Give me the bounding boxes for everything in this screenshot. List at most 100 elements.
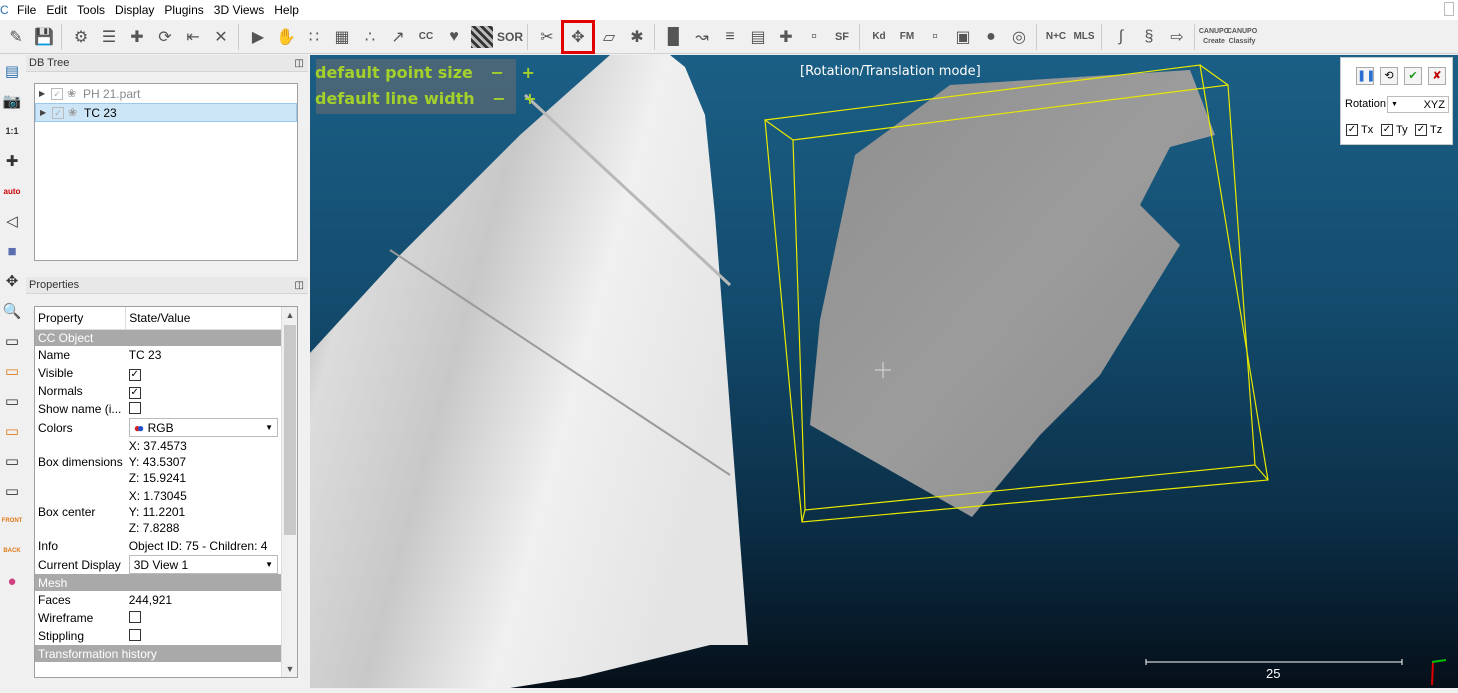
mesh-ph21[interactable] (310, 55, 748, 688)
canupo-classify-icon[interactable]: CANUPO Classify (1227, 23, 1257, 51)
visible-checkbox[interactable]: ✓ (128, 368, 141, 381)
move-icon[interactable]: ✥ (0, 266, 24, 296)
menu-help[interactable]: Help (269, 3, 304, 17)
line-width-increase-button[interactable]: + (523, 89, 536, 108)
compare-icon[interactable]: CC (412, 23, 440, 51)
name-value[interactable]: TC 23 (126, 346, 281, 364)
histogram-icon[interactable]: ▉ (660, 23, 688, 51)
sor-icon[interactable]: SOR (496, 23, 524, 51)
export-icon[interactable]: ⇨ (1163, 23, 1191, 51)
rotate-icon[interactable]: ⟳ (151, 23, 179, 51)
back-view-button[interactable]: BACK (0, 536, 24, 566)
hand-icon[interactable]: ✋ (272, 23, 300, 51)
top-view-icon[interactable]: ▭ (0, 326, 24, 356)
checkerboard-icon[interactable] (471, 25, 493, 48)
scroll-down-icon[interactable]: ▼ (282, 661, 297, 677)
camera-icon[interactable]: 📷 (0, 86, 24, 116)
delete-sf-icon[interactable]: ▫ (800, 23, 828, 51)
subsample-icon[interactable]: ⇤ (179, 23, 207, 51)
crosshair-icon[interactable]: ✚ (0, 146, 24, 176)
list-icon[interactable]: ☰ (95, 23, 123, 51)
stereo-icon[interactable]: ● (0, 566, 24, 596)
normals-checkbox[interactable]: ✓ (128, 386, 141, 399)
3d-view[interactable]: default point size − + default line widt… (310, 55, 1458, 688)
translate-rotate-icon[interactable]: ✥ (561, 19, 595, 54)
sphere-icon[interactable]: ● (977, 23, 1005, 51)
left-view-icon[interactable]: ▭ (0, 386, 24, 416)
sf-icon[interactable]: SF (828, 23, 856, 51)
point-size-decrease-button[interactable]: − (490, 63, 503, 82)
zoom-icon[interactable]: 🔍 (0, 296, 24, 326)
reset-icon[interactable]: ⟲ (1380, 67, 1398, 85)
render-icon[interactable]: ▫ (921, 23, 949, 51)
pick-icon[interactable]: ▶ (244, 23, 272, 51)
menu-plugins[interactable]: Plugins (159, 3, 208, 17)
canupo-create-icon[interactable]: CANUPO Create (1199, 23, 1229, 51)
sf-list-icon[interactable]: ▤ (744, 23, 772, 51)
pause-icon[interactable]: ❚❚ (1356, 67, 1375, 85)
filter-icon[interactable]: ≡ (716, 23, 744, 51)
mls-icon[interactable]: MLS (1070, 23, 1098, 51)
tx-checkbox[interactable]: ✓ Tx (1346, 124, 1373, 136)
show-name-checkbox[interactable] (128, 401, 141, 414)
line-width-decrease-button[interactable]: − (492, 89, 505, 108)
visibility-checkbox[interactable]: ✓ (52, 106, 64, 119)
dock-icon[interactable]: ◫ (295, 55, 304, 72)
stippling-checkbox[interactable] (128, 628, 141, 641)
fm-icon[interactable]: FM (893, 23, 921, 51)
plane-icon[interactable]: ▱ (595, 23, 623, 51)
auto-pivot-button[interactable]: auto (0, 176, 24, 206)
grid-icon[interactable]: ▦ (328, 23, 356, 51)
menu-file[interactable]: File (12, 3, 41, 17)
cancel-icon[interactable]: ✘ (1428, 67, 1446, 85)
menu-display[interactable]: Display (110, 3, 159, 17)
segment-icon[interactable]: ✂ (533, 23, 561, 51)
colors-select[interactable]: ●● RGB ▼ (128, 418, 278, 437)
add-sf-icon[interactable]: ✚ (772, 23, 800, 51)
display-icon[interactable]: ▤ (0, 56, 24, 86)
gradient-icon[interactable]: ↝ (688, 23, 716, 51)
scroll-up-icon[interactable]: ▲ (282, 307, 297, 323)
front-view-button[interactable]: FRONT (0, 506, 24, 536)
point-size-increase-button[interactable]: + (521, 63, 534, 82)
confirm-icon[interactable]: ✔ (1404, 67, 1422, 85)
sf-curve-icon[interactable]: § (1135, 23, 1163, 51)
right-view-icon[interactable]: ▭ (0, 416, 24, 446)
current-display-select[interactable]: 3D View 1 ▼ (128, 555, 278, 574)
delete-icon[interactable]: ✕ (207, 23, 235, 51)
menu-edit[interactable]: Edit (41, 3, 72, 17)
iso-view-1-icon[interactable]: ▭ (0, 446, 24, 476)
kd-icon[interactable]: Kd (865, 23, 893, 51)
pick-point-icon[interactable]: ✱ (623, 23, 651, 51)
clone-icon[interactable]: ⚙ (67, 23, 95, 51)
ty-checkbox[interactable]: ✓ Ty (1381, 124, 1408, 136)
merge-icon[interactable]: ✚ (123, 23, 151, 51)
align-icon[interactable]: ↗ (384, 23, 412, 51)
normals-icon[interactable]: N+C (1042, 23, 1070, 51)
zoom-one-to-one-button[interactable]: 1:1 (0, 116, 24, 146)
expand-arrow-icon[interactable]: ▶ (39, 89, 51, 98)
perspective-icon[interactable]: ◁ (0, 206, 24, 236)
menu-3d-views[interactable]: 3D Views (209, 3, 269, 17)
bottom-view-icon[interactable]: ▭ (0, 356, 24, 386)
tree-item[interactable]: ▶ ✓ ❀ PH 21.part (35, 84, 297, 103)
tree-item[interactable]: ▶ ✓ ❀ TC 23 (35, 103, 297, 122)
scatter-icon[interactable]: ∴ (356, 23, 384, 51)
dock-icon[interactable]: ◫ (295, 277, 304, 294)
bunny-icon[interactable]: ♥ (440, 23, 468, 51)
open-icon[interactable]: ✎ (2, 23, 30, 51)
mesh-tc23[interactable] (810, 70, 1215, 517)
curve-icon[interactable]: ∫ (1107, 23, 1135, 51)
cube-view-icon[interactable]: ■ (0, 236, 24, 266)
wireframe-checkbox[interactable] (128, 610, 141, 623)
expand-arrow-icon[interactable]: ▶ (40, 108, 52, 117)
globe-icon[interactable]: ◎ (1005, 23, 1033, 51)
save-icon[interactable]: 💾 (30, 23, 58, 51)
rotation-axes-select[interactable]: ▼ XYZ (1387, 96, 1449, 113)
iso-view-2-icon[interactable]: ▭ (0, 476, 24, 506)
properties-scrollbar[interactable]: ▲ ▼ (281, 307, 297, 677)
menu-tools[interactable]: Tools (72, 3, 110, 17)
scene-canvas[interactable] (310, 55, 1458, 688)
point-cloud-icon[interactable]: ∷ (300, 23, 328, 51)
scrollbar-thumb[interactable] (284, 325, 296, 535)
